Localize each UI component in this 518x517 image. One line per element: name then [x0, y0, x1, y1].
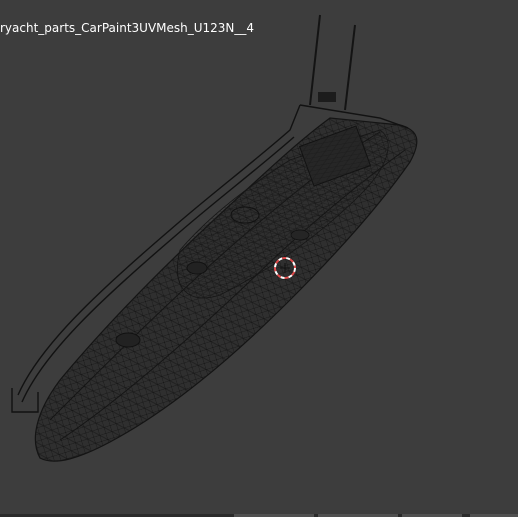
3d-viewport[interactable]: ryacht_parts_CarPaint3UVMesh_U123N__4 — [0, 0, 518, 517]
yacht-wireframe-mesh[interactable] — [0, 0, 518, 517]
active-object-name: ryacht_parts_CarPaint3UVMesh_U123N__4 — [0, 21, 255, 35]
antennas — [309, 14, 356, 111]
